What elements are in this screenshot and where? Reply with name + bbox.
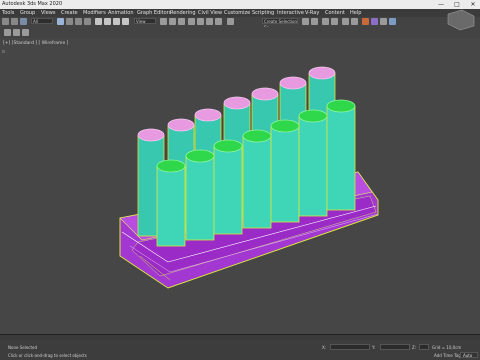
cap-back (194, 108, 222, 122)
cap-front (156, 159, 186, 173)
scene-wireframe (119, 9, 475, 289)
cap-front (213, 139, 243, 153)
cap-front (270, 119, 300, 133)
x-field[interactable] (330, 344, 370, 350)
y-label: Y: (372, 345, 376, 350)
viewcube-icon (447, 9, 475, 31)
tube-front (185, 155, 215, 241)
z-label: Z: (412, 345, 417, 350)
cap-back (279, 76, 307, 90)
cap-front (298, 109, 328, 123)
cap-back (308, 66, 336, 80)
y-field[interactable] (380, 344, 410, 350)
cap-back (251, 87, 279, 101)
cap-back (137, 128, 165, 142)
tube-front (270, 125, 300, 223)
tube-front (156, 165, 186, 247)
add-time-tag[interactable]: Add Time Tag (434, 353, 461, 358)
tube-front (298, 115, 328, 217)
cap-front (185, 149, 215, 163)
cap-back (223, 96, 251, 110)
status-bar: None Selected Click or click-and-drag to… (0, 340, 480, 360)
tube-front (242, 135, 272, 229)
z-field[interactable] (419, 344, 429, 350)
selection-status: None Selected (8, 345, 38, 350)
auto-key-button[interactable]: Auto (460, 352, 478, 358)
grid-size: Grid = 10,0cm (432, 345, 462, 350)
tube-front (326, 105, 356, 211)
cap-back (167, 118, 195, 132)
prompt-line: Click or click-and-drag to select object… (8, 353, 87, 358)
x-label: X: (322, 345, 327, 350)
cap-front (242, 129, 272, 143)
tube-front (213, 145, 243, 235)
cap-front (326, 99, 356, 113)
